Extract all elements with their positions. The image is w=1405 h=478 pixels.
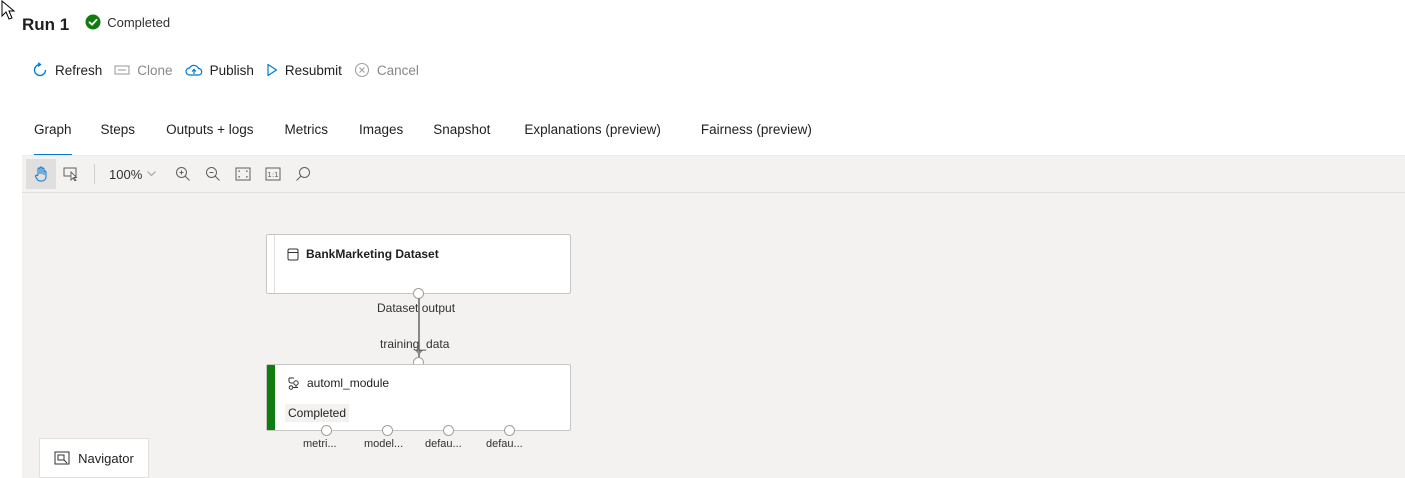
module-node-title: automl_module [287, 376, 389, 390]
graph-toolbar: 100% 1:1 [22, 156, 1405, 193]
status-badge: Completed [285, 404, 350, 422]
fit-screen-icon [235, 167, 251, 181]
command-bar: Refresh Clone Publish Resubmit Cancel [32, 60, 431, 80]
run-status: Completed [85, 14, 170, 30]
zoom-in-icon [176, 167, 191, 181]
cancel-icon [354, 62, 369, 78]
cancel-label: Cancel [376, 62, 419, 78]
resubmit-label: Resubmit [284, 62, 342, 78]
publish-label: Publish [209, 62, 254, 78]
tab-graph[interactable]: Graph [34, 118, 72, 156]
navigator-icon [54, 451, 70, 465]
tab-fairness[interactable]: Fairness (preview) [701, 118, 812, 156]
navigator-label: Navigator [78, 450, 134, 466]
clone-label: Clone [137, 62, 173, 78]
module-output-port-3[interactable] [443, 425, 454, 436]
navigator-button[interactable]: Navigator [39, 438, 149, 478]
dataset-node-title: BankMarketing Dataset [287, 247, 439, 261]
chevron-down-icon [147, 171, 157, 177]
node-status-strip [267, 365, 275, 430]
actual-size-button[interactable]: 1:1 [258, 159, 288, 189]
dataset-output-label: Dataset output [377, 301, 456, 315]
search-icon [296, 167, 311, 181]
output-label-default-2: defau... [486, 438, 523, 450]
dataset-icon [287, 248, 299, 260]
publish-button[interactable]: Publish [184, 62, 254, 78]
dataset-node-label: BankMarketing Dataset [306, 247, 439, 261]
tab-bar: Graph Steps Outputs + logs Metrics Image… [34, 118, 812, 156]
run-status-label: Completed [107, 14, 171, 30]
search-button[interactable] [288, 159, 318, 189]
clone-button[interactable]: Clone [114, 62, 173, 78]
refresh-icon [33, 62, 47, 77]
play-icon [267, 63, 277, 77]
output-label-default-1: defau... [425, 438, 462, 450]
run-header: Run 1 Completed [22, 12, 170, 38]
tab-metrics[interactable]: Metrics [285, 118, 329, 156]
refresh-button[interactable]: Refresh [32, 62, 102, 78]
module-icon [288, 377, 299, 390]
cloud-upload-icon [184, 64, 202, 76]
select-tool-button[interactable] [56, 159, 86, 189]
tab-explanations[interactable]: Explanations (preview) [524, 118, 661, 156]
output-label-model: model... [364, 438, 404, 450]
module-node-label: automl_module [307, 376, 390, 390]
module-output-port-1[interactable] [321, 425, 332, 436]
resubmit-button[interactable]: Resubmit [266, 63, 342, 78]
zoom-out-button[interactable] [198, 159, 228, 189]
zoom-level: 100% [109, 166, 143, 182]
zoom-out-icon [206, 167, 221, 181]
tab-outputs-logs[interactable]: Outputs + logs [166, 118, 253, 156]
tab-images[interactable]: Images [359, 118, 403, 156]
automl-module-node[interactable]: automl_module Completed [266, 364, 571, 431]
mouse-cursor-icon [1, 0, 16, 20]
module-output-port-4[interactable] [504, 425, 515, 436]
pan-tool-button[interactable] [26, 159, 56, 189]
zoom-dropdown[interactable]: 100% [103, 167, 162, 182]
select-icon [63, 167, 78, 181]
svg-text:1:1: 1:1 [268, 171, 279, 179]
training-data-label: training_data [380, 337, 450, 351]
zoom-in-button[interactable] [168, 159, 198, 189]
tab-snapshot[interactable]: Snapshot [433, 118, 490, 156]
refresh-label: Refresh [55, 62, 103, 78]
tab-steps[interactable]: Steps [101, 118, 136, 156]
pan-hand-icon [34, 166, 47, 182]
fit-screen-button[interactable] [228, 159, 258, 189]
check-circle-icon [85, 14, 101, 30]
module-output-port-2[interactable] [382, 425, 393, 436]
dataset-node[interactable]: BankMarketing Dataset [266, 234, 571, 294]
output-label-metrics: metri... [303, 438, 337, 450]
cancel-button[interactable]: Cancel [354, 62, 419, 78]
node-status-strip [267, 235, 275, 293]
clone-icon [114, 65, 130, 75]
actual-size-icon: 1:1 [265, 167, 281, 181]
page-title: Run 1 [22, 15, 70, 34]
graph-canvas[interactable] [22, 156, 1405, 478]
toolbar-separator [94, 164, 95, 184]
